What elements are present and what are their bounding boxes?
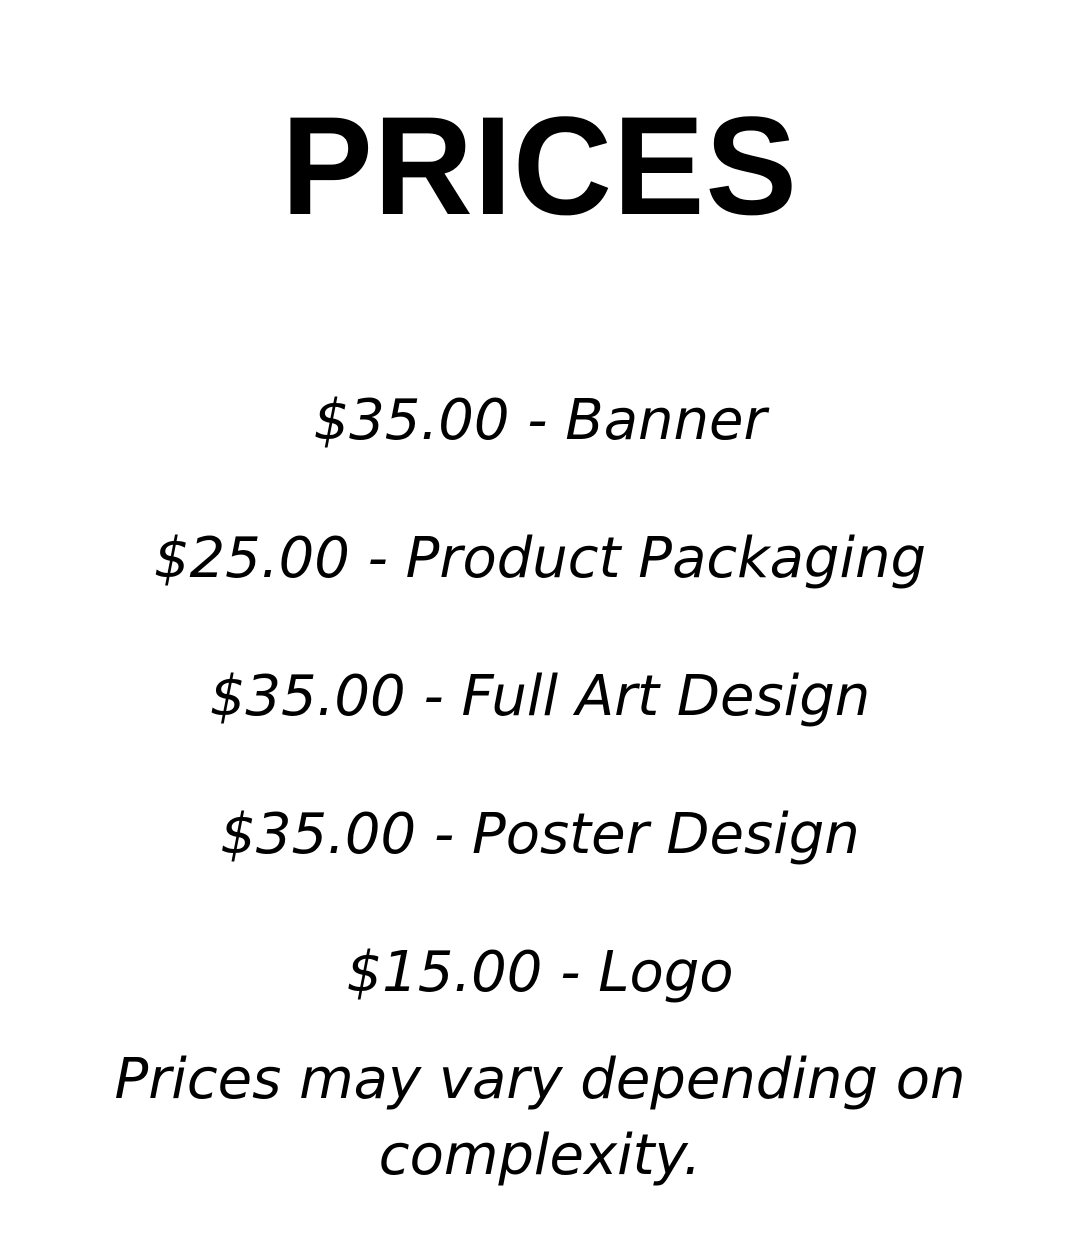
price-sheet: PRICES $35.00 - Banner $25.00 - Product … [0,0,1080,1245]
price-item-poster-design: $35.00 - Poster Design [220,801,860,867]
price-item-full-art-design: $35.00 - Full Art Design [209,663,871,729]
price-item-product-packaging: $25.00 - Product Packaging [153,525,927,591]
price-list: $35.00 - Banner $25.00 - Product Packagi… [0,352,1080,1042]
pricing-note: Prices may vary depending on complexity. [114,1046,966,1188]
page-title: PRICES [281,87,799,244]
price-item-logo: $15.00 - Logo [346,939,734,1005]
price-item-banner: $35.00 - Banner [313,387,767,453]
